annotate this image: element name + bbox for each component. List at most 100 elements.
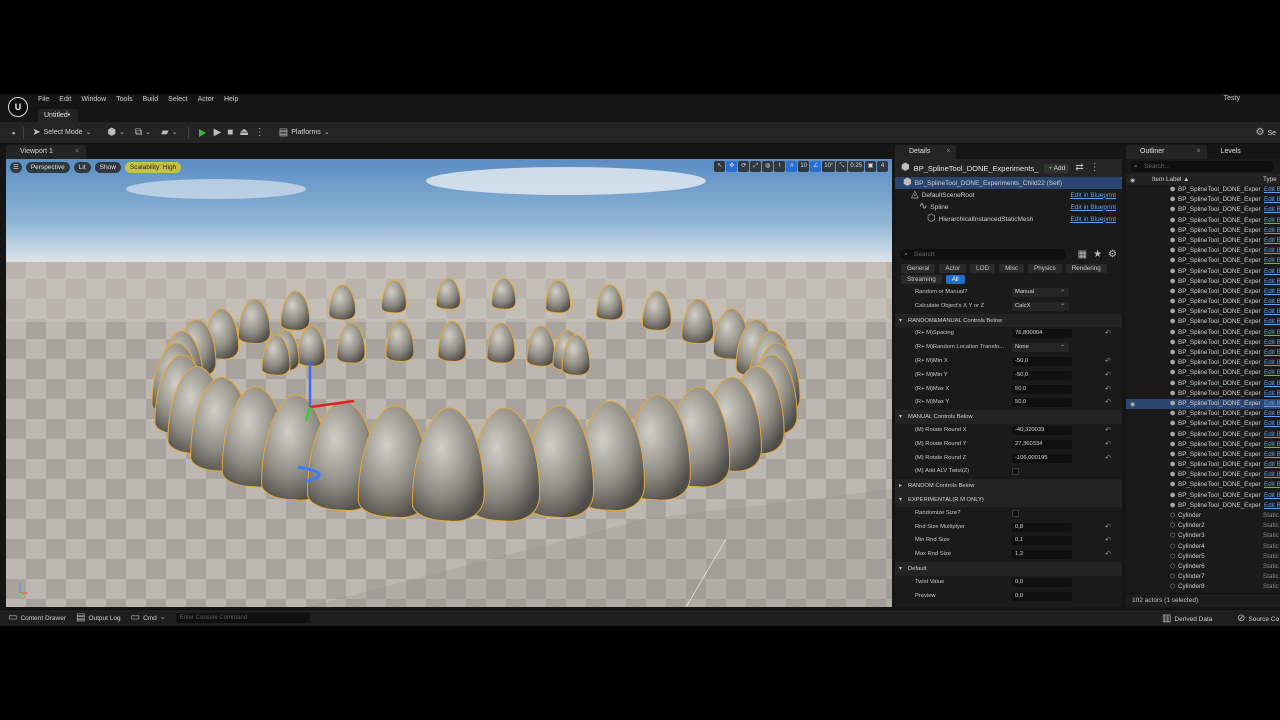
property-dropdown[interactable]: CalcX [1012,300,1069,311]
translate-tool-icon[interactable]: ✥ [726,161,738,172]
edit-blueprint-link[interactable]: Edit B [1264,186,1280,193]
edit-blueprint-link[interactable]: Edit B [1264,369,1280,376]
outliner-row[interactable]: ⬢ BP_SplineTool_DONE_Exper Edit B [1126,409,1280,419]
outliner-row[interactable]: ⬡ Cylinder Static [1126,511,1280,521]
edit-in-blueprint-link[interactable]: Edit in Blueprint [1070,192,1116,199]
edit-blueprint-link[interactable]: Edit B [1264,431,1280,438]
component-row[interactable]: ∿ Spline Edit in Blueprint [895,201,1122,213]
reset-to-default-icon[interactable]: ↶ [1105,357,1111,365]
outliner-row[interactable]: ◉ ⬢ BP_SplineTool_DONE_Exper Edit B [1126,398,1280,410]
reset-to-default-icon[interactable]: ↶ [1105,440,1111,448]
property-value-input[interactable]: 76,800004 [1012,329,1072,339]
property-value-input[interactable]: 0,0 [1012,591,1072,601]
outliner-row[interactable]: ⬢ BP_SplineTool_DONE_Exper Edit B [1126,216,1280,226]
grid-snap-icon[interactable]: # [786,161,798,172]
view-mode-button[interactable]: Lit [73,161,91,173]
scalability-button[interactable]: Scalability: High [124,161,182,173]
edit-blueprint-link[interactable]: Edit B [1264,359,1280,366]
chevron-down-icon[interactable]: ▾ [899,496,902,503]
outliner-row[interactable]: ⬢ BP_SplineTool_DONE_Exper Edit B [1126,236,1280,246]
menu-actor[interactable]: Actor [198,94,214,106]
property-value-input[interactable]: 27,360334 [1012,439,1072,449]
outliner-tab[interactable]: Outliner × [1126,145,1207,159]
menu-window[interactable]: Window [81,94,106,106]
property-value-input[interactable]: -50,0 [1012,370,1072,380]
output-log-button[interactable]: ▤ Output Log [76,613,121,623]
grid-snap-value[interactable]: 10 [798,161,810,172]
more-options-icon[interactable]: ⋮ [1090,163,1100,173]
user-name[interactable]: Testy [1224,95,1240,102]
property-value-input[interactable]: -106,000195 [1012,453,1072,463]
reset-to-default-icon[interactable]: ↶ [1105,398,1111,406]
document-tab[interactable]: Untitled• [38,109,79,122]
outliner-row[interactable]: ⬢ BP_SplineTool_DONE_Exper Edit B [1126,185,1280,195]
details-search-input[interactable]: ⌕ Search [900,249,1066,260]
gear-icon[interactable]: ⚙ [1108,249,1117,260]
outliner-row[interactable]: ⬢ BP_SplineTool_DONE_Exper Edit B [1126,450,1280,460]
property-row[interactable]: Randomize Size? [895,507,1122,521]
edit-blueprint-link[interactable]: Edit B [1264,492,1280,499]
property-row[interactable]: (R+ M)Max X 50,0 ↶ [895,383,1122,397]
property-section[interactable]: ▾ Default [895,561,1122,576]
outliner-row[interactable]: ⬢ BP_SplineTool_DONE_Exper Edit B [1126,430,1280,440]
property-value-input[interactable]: -50,0 [1012,356,1072,366]
property-value-input[interactable]: 50,0 [1012,398,1072,408]
viewport-options-button[interactable]: ☰ [10,161,22,173]
select-mode-button[interactable]: ➤ Select Mode ⌄ [32,127,91,138]
edit-blueprint-link[interactable]: Edit B [1264,206,1280,213]
edit-blueprint-link[interactable]: Edit B [1264,329,1280,336]
property-row[interactable]: (M) Add ALV Twist(Z) [895,465,1122,479]
save-icon[interactable]: ▪ [12,128,15,138]
rotation-snap-icon[interactable]: ∠ [810,161,822,172]
outliner-row[interactable]: ⬢ BP_SplineTool_DONE_Exper Edit B [1126,256,1280,266]
perspective-button[interactable]: Perspective [25,161,70,173]
camera-speed-icon[interactable]: ▣ [865,161,876,172]
type-header[interactable]: Type [1263,176,1277,183]
select-tool-icon[interactable]: ↖ [714,161,726,172]
edit-blueprint-link[interactable]: Edit B [1264,390,1280,397]
property-value-input[interactable]: 0,1 [1012,536,1072,546]
actor-name[interactable]: BP_SplineTool_DONE_Experiments_ [914,164,1039,173]
property-row[interactable]: Random or Manual? Manual [895,286,1122,300]
chevron-down-icon[interactable]: ▾ [899,317,902,324]
unreal-logo-icon[interactable]: U [8,97,28,117]
close-icon[interactable]: × [1196,148,1200,155]
edit-blueprint-link[interactable]: Edit B [1264,247,1280,254]
outliner-row[interactable]: ⬢ BP_SplineTool_DONE_Exper Edit B [1126,277,1280,287]
menu-edit[interactable]: Edit [59,94,71,106]
edit-blueprint-link[interactable]: Edit B [1264,237,1280,244]
menu-select[interactable]: Select [168,94,187,106]
reset-to-default-icon[interactable]: ↶ [1105,523,1111,531]
property-value-input[interactable]: 1,2 [1012,550,1072,560]
chevron-down-icon[interactable]: ▾ [899,565,902,572]
outliner-row[interactable]: ⬢ BP_SplineTool_DONE_Exper Edit B [1126,379,1280,389]
edit-blueprint-link[interactable]: Edit B [1264,257,1280,264]
outliner-row[interactable]: ⬡ Cylinder3 Static [1126,531,1280,541]
chevron-right-icon[interactable]: ▸ [899,482,902,489]
source-control-button[interactable]: ⊘ Source Co [1237,614,1279,624]
scale-snap-icon[interactable]: ⤡ [836,161,848,172]
edit-blueprint-link[interactable]: Edit B [1264,481,1280,488]
outliner-row[interactable]: ⬡ Cylinder2 Static [1126,521,1280,531]
edit-blueprint-link[interactable]: Edit B [1264,308,1280,315]
eject-icon[interactable]: ⏏ [239,127,248,138]
category-rendering[interactable]: Rendering [1065,264,1107,273]
outliner-row[interactable]: ⬢ BP_SplineTool_DONE_Exper Edit B [1126,338,1280,348]
outliner-row[interactable]: ⬡ Cylinder6 Static [1126,562,1280,572]
property-value-input[interactable]: 50,0 [1012,384,1072,394]
camera-speed-value[interactable]: 4 [877,161,888,172]
property-checkbox[interactable] [1012,509,1019,517]
component-self[interactable]: ⬢ BP_SplineTool_DONE_Experiments_Child22… [895,177,1122,189]
outliner-row[interactable]: ⬢ BP_SplineTool_DONE_Exper Edit B [1126,195,1280,205]
edit-blueprint-link[interactable]: Edit B [1264,461,1280,468]
edit-blueprint-link[interactable]: Edit B [1264,441,1280,448]
outliner-row[interactable]: ⬢ BP_SplineTool_DONE_Exper Edit B [1126,205,1280,215]
category-actor[interactable]: Actor [939,264,967,273]
outliner-row[interactable]: ⬢ BP_SplineTool_DONE_Exper Edit B [1126,460,1280,470]
more-options-icon[interactable]: ⋮ [255,127,265,138]
outliner-row[interactable]: ⬢ BP_SplineTool_DONE_Exper Edit B [1126,348,1280,358]
close-icon[interactable]: × [946,148,950,155]
property-checkbox[interactable] [1012,468,1019,476]
details-tab[interactable]: Details × [895,145,957,159]
reset-to-default-icon[interactable]: ↶ [1105,454,1111,462]
